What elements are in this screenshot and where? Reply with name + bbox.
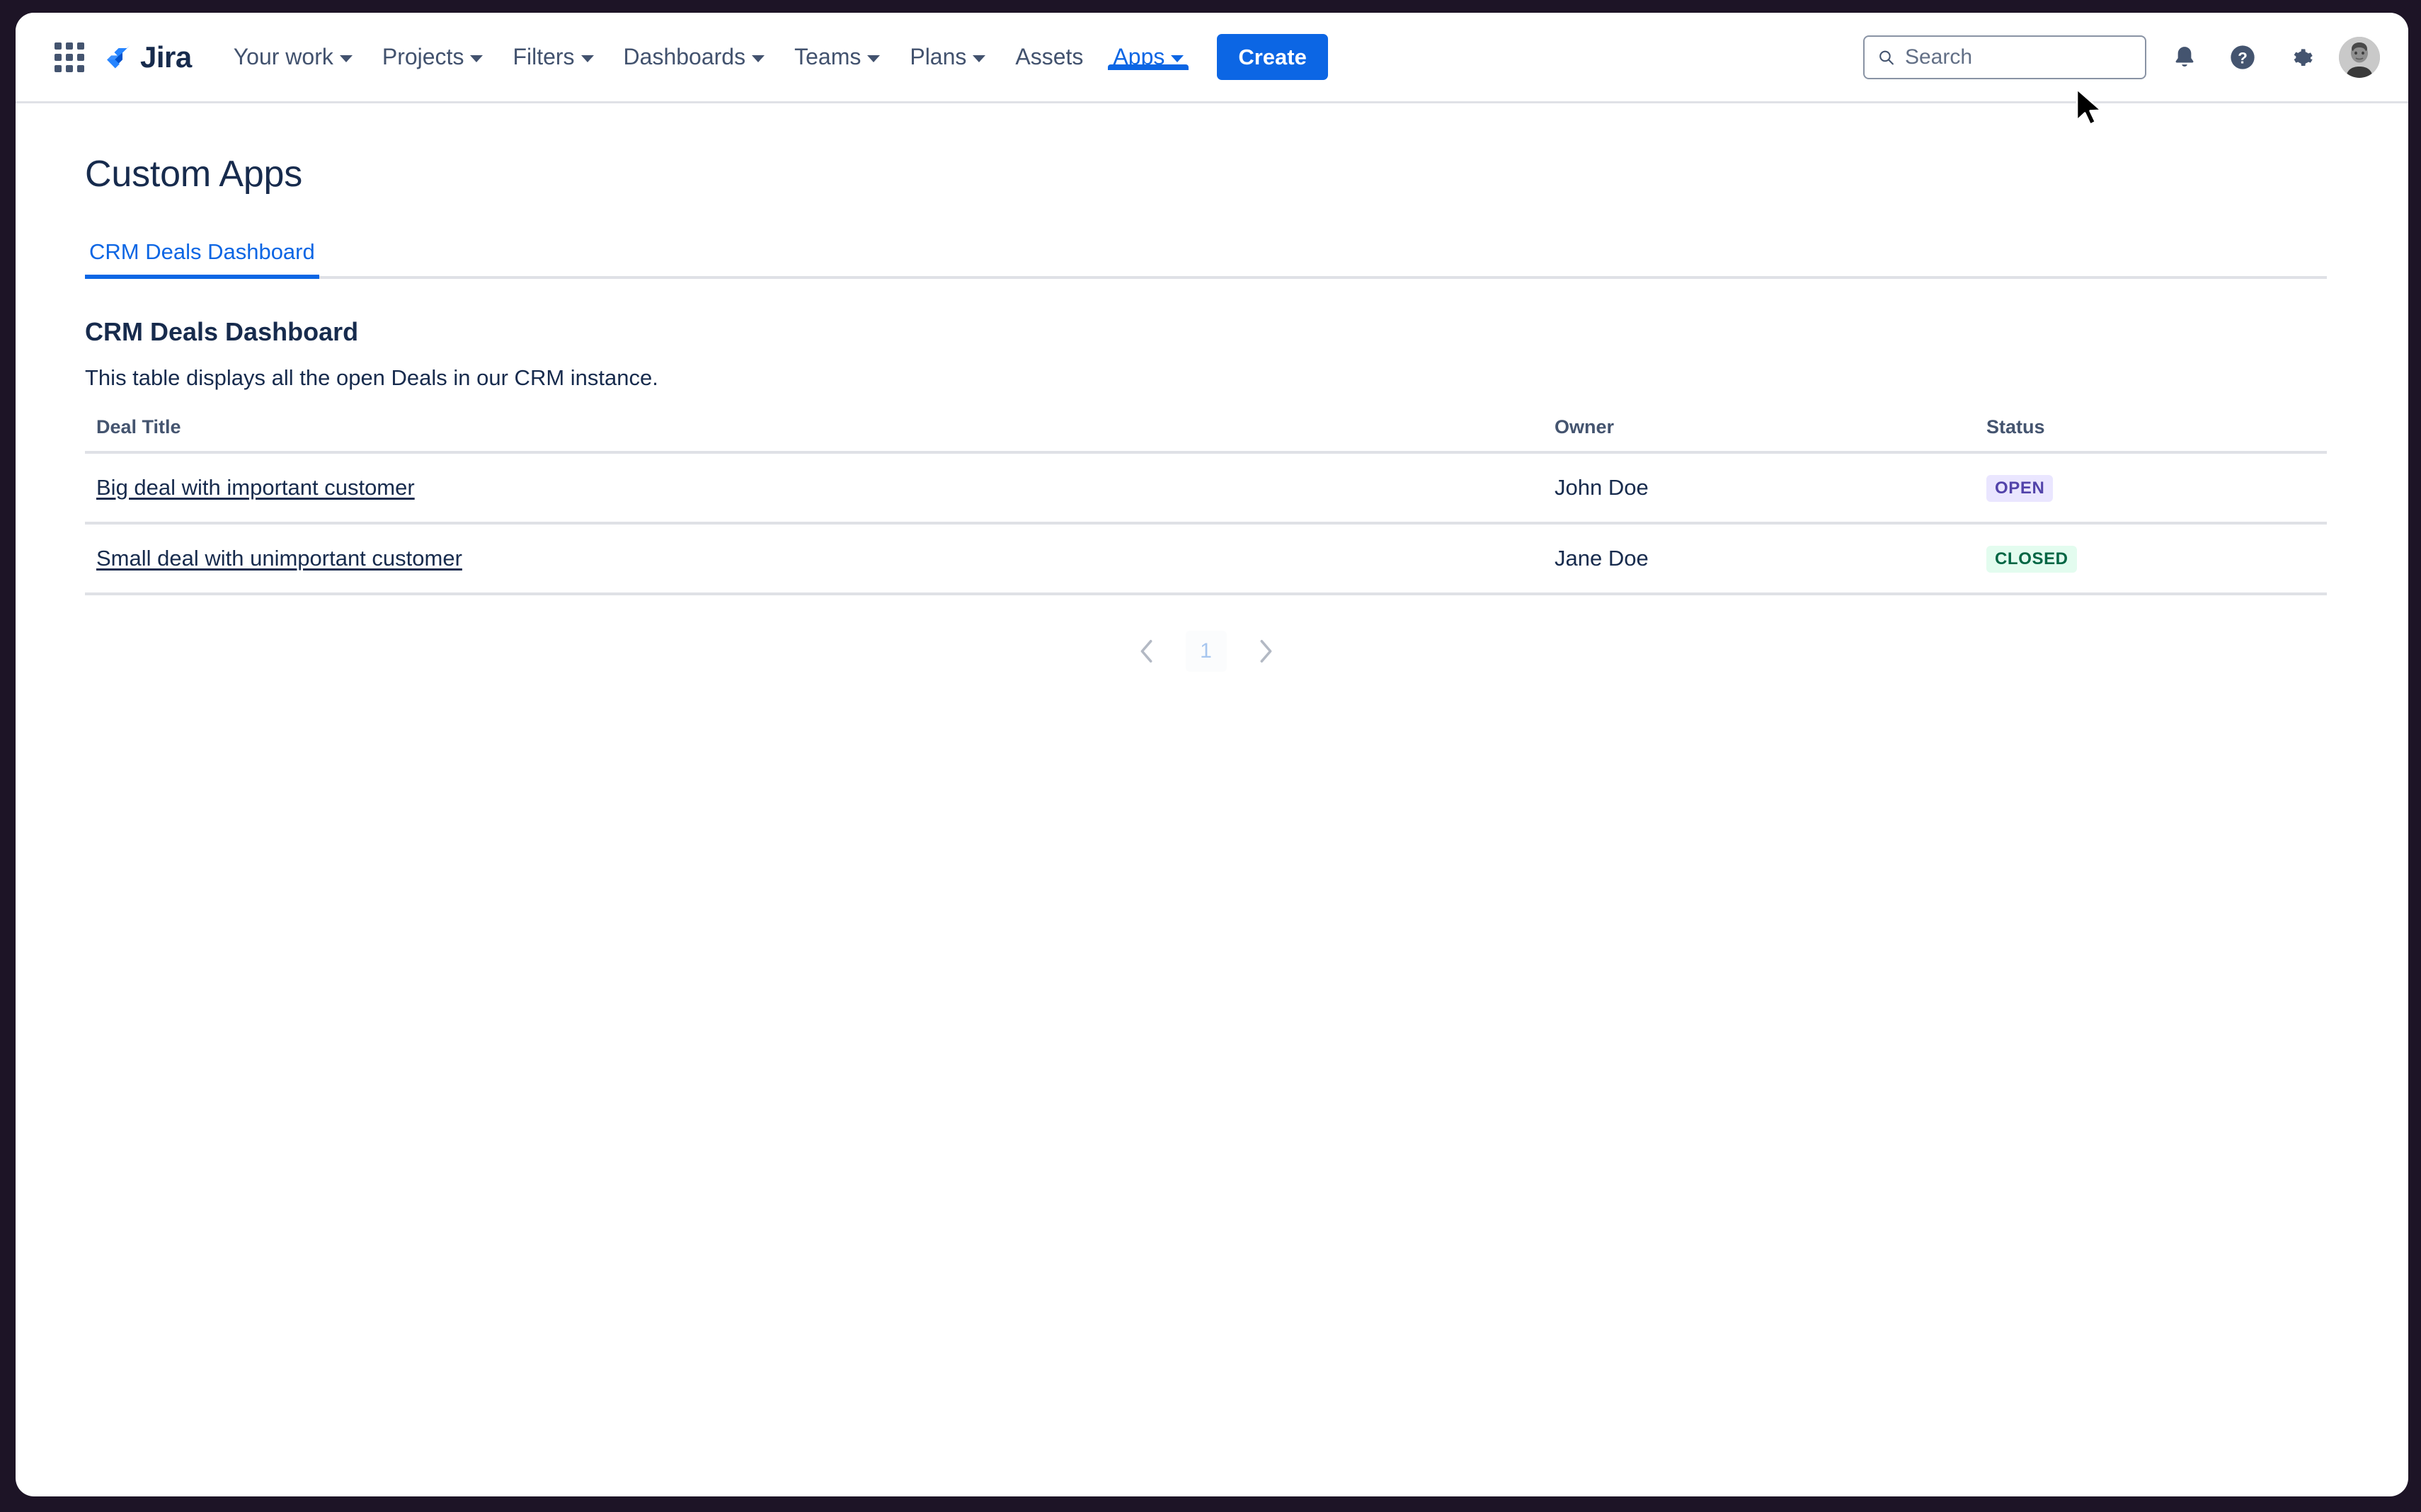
search-box[interactable] bbox=[1863, 35, 2146, 79]
table-header-row: Deal Title Owner Status bbox=[85, 416, 2327, 454]
nav-right-group: ? bbox=[1863, 35, 2380, 79]
table-row: Small deal with unimportant customer Jan… bbox=[85, 523, 2327, 595]
status-badge: CLOSED bbox=[1986, 546, 2077, 573]
app-switcher-icon[interactable] bbox=[51, 39, 88, 76]
page-title: Custom Apps bbox=[85, 154, 303, 195]
table-body: Big deal with important customer John Do… bbox=[85, 452, 2327, 595]
nav-item-label: Projects bbox=[382, 44, 464, 69]
page-body: Custom Apps CRM Deals Dashboard CRM Deal… bbox=[16, 153, 2408, 672]
cell-deal-title: Big deal with important customer bbox=[85, 452, 1543, 525]
nav-left-group: Jira Your work Projects Filters Dashboar… bbox=[51, 34, 1328, 80]
nav-item-projects[interactable]: Projects bbox=[367, 44, 498, 70]
app-tab-strip: CRM Deals Dashboard bbox=[85, 239, 2327, 279]
chevron-down-icon bbox=[339, 55, 353, 62]
chevron-down-icon bbox=[470, 55, 483, 62]
search-icon bbox=[1879, 50, 1894, 64]
nav-item-label: Apps bbox=[1113, 44, 1165, 69]
nav-item-apps[interactable]: Apps bbox=[1098, 44, 1198, 70]
nav-item-teams[interactable]: Teams bbox=[779, 44, 895, 70]
table-row: Big deal with important customer John Do… bbox=[85, 452, 2327, 525]
deals-table: Deal Title Owner Status Big deal with im… bbox=[85, 416, 2327, 595]
nav-item-dashboards[interactable]: Dashboards bbox=[609, 44, 780, 70]
nav-item-label: Assets bbox=[1015, 44, 1084, 69]
cell-status: OPEN bbox=[1975, 452, 2327, 525]
column-header-owner: Owner bbox=[1543, 416, 1975, 454]
nav-item-your-work[interactable]: Your work bbox=[219, 44, 367, 70]
cell-status: CLOSED bbox=[1975, 523, 2327, 595]
settings-gear-icon[interactable] bbox=[2281, 38, 2320, 77]
browser-window-frame: Jira Your work Projects Filters Dashboar… bbox=[0, 0, 2421, 1512]
chevron-down-icon bbox=[973, 55, 986, 62]
panel-heading: CRM Deals Dashboard bbox=[85, 317, 359, 346]
top-navigation-bar: Jira Your work Projects Filters Dashboar… bbox=[16, 13, 2408, 103]
nav-item-filters[interactable]: Filters bbox=[498, 44, 608, 70]
notification-bell-icon[interactable] bbox=[2165, 38, 2204, 77]
svg-text:?: ? bbox=[2238, 49, 2248, 67]
status-badge: OPEN bbox=[1986, 475, 2054, 502]
pagination-prev-button[interactable] bbox=[1126, 631, 1167, 672]
nav-item-plans[interactable]: Plans bbox=[895, 44, 1000, 70]
cell-owner: Jane Doe bbox=[1543, 523, 1975, 595]
primary-nav-items: Your work Projects Filters Dashboards Te… bbox=[219, 44, 1199, 70]
cell-deal-title: Small deal with unimportant customer bbox=[85, 523, 1543, 595]
nav-item-label: Your work bbox=[233, 44, 333, 69]
pagination-page-1[interactable]: 1 bbox=[1185, 631, 1227, 672]
create-button[interactable]: Create bbox=[1217, 34, 1328, 80]
nav-item-label: Filters bbox=[513, 44, 575, 69]
column-header-deal-title: Deal Title bbox=[85, 416, 1543, 454]
tab-crm-deals-dashboard[interactable]: CRM Deals Dashboard bbox=[85, 239, 319, 279]
nav-item-label: Teams bbox=[794, 44, 862, 69]
browser-viewport: Jira Your work Projects Filters Dashboar… bbox=[16, 13, 2408, 1496]
chevron-right-icon bbox=[1260, 640, 1271, 663]
chevron-down-icon bbox=[752, 55, 765, 62]
table-header: Deal Title Owner Status bbox=[85, 416, 2327, 454]
deal-title-link[interactable]: Small deal with unimportant customer bbox=[96, 546, 462, 571]
cell-owner: John Doe bbox=[1543, 452, 1975, 525]
help-icon[interactable]: ? bbox=[2223, 38, 2262, 77]
chevron-down-icon bbox=[867, 55, 881, 62]
chevron-left-icon bbox=[1140, 640, 1152, 663]
pagination: 1 bbox=[85, 631, 2327, 672]
jira-home-link[interactable]: Jira bbox=[103, 42, 192, 72]
jira-logo-icon bbox=[107, 45, 130, 68]
chevron-down-icon bbox=[580, 55, 594, 62]
nav-item-assets[interactable]: Assets bbox=[1000, 44, 1098, 70]
user-avatar[interactable] bbox=[2339, 36, 2380, 78]
jira-wordmark: Jira bbox=[140, 40, 192, 74]
chevron-down-icon bbox=[1171, 55, 1184, 62]
nav-item-label: Plans bbox=[910, 44, 967, 69]
column-header-status: Status bbox=[1975, 416, 2327, 454]
nav-item-label: Dashboards bbox=[623, 44, 746, 69]
search-input[interactable] bbox=[1904, 45, 2132, 69]
panel-description: This table displays all the open Deals i… bbox=[85, 365, 658, 390]
pagination-next-button[interactable] bbox=[1245, 631, 1286, 672]
deal-title-link[interactable]: Big deal with important customer bbox=[96, 475, 415, 500]
